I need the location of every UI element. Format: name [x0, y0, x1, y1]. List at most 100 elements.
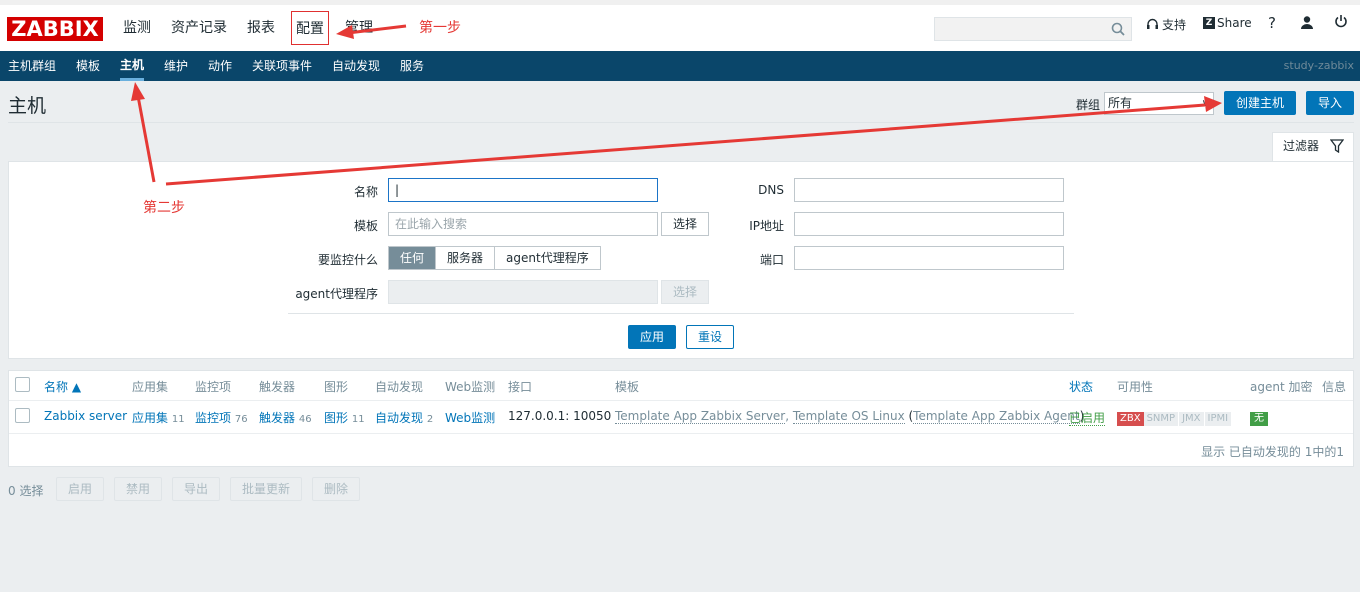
menu-administration[interactable]: 管理	[335, 11, 383, 45]
discovery-link[interactable]: 自动发现	[375, 411, 423, 425]
user-icon	[1301, 16, 1313, 29]
col-items: 监控项	[195, 380, 232, 394]
headset-icon	[1147, 18, 1158, 29]
submenu-maintenance[interactable]: 维护	[164, 51, 188, 81]
template-link-linux[interactable]: Template OS Linux	[792, 409, 905, 424]
chevron-down-icon: ∨	[1201, 98, 1209, 109]
dns-input[interactable]	[794, 178, 1064, 202]
menu-reports[interactable]: 报表	[237, 11, 285, 45]
col-web: Web监测	[445, 380, 496, 394]
proxy-input[interactable]	[388, 280, 658, 304]
share-link[interactable]: Z Share	[1203, 16, 1252, 30]
delete-button[interactable]: 删除	[312, 477, 360, 501]
port-label: 端口	[759, 253, 784, 267]
submenu-actions[interactable]: 动作	[208, 51, 232, 81]
mass-update-button[interactable]: 批量更新	[230, 477, 302, 501]
items-cell[interactable]: 监控项 76	[195, 409, 248, 426]
annotation-step-2: 第二步	[143, 200, 185, 216]
selected-count: 0 选择	[8, 484, 44, 498]
items-count: 76	[234, 414, 248, 425]
help-button[interactable]: ?	[1268, 14, 1276, 32]
col-interface: 接口	[508, 380, 533, 394]
snmp-badge: SNMP	[1143, 412, 1180, 426]
col-status[interactable]: 状态	[1069, 378, 1093, 395]
filter-icon	[1330, 139, 1344, 153]
submenu-correlation[interactable]: 关联项事件	[252, 51, 312, 81]
discovery-cell[interactable]: 自动发现 2	[375, 409, 433, 426]
server-name: study-zabbix	[1283, 59, 1354, 72]
col-info: 信息	[1322, 380, 1347, 394]
template-input[interactable]: 在此输入搜索	[388, 212, 658, 236]
menu-configuration[interactable]: 配置	[291, 11, 329, 45]
table-row-divider	[9, 433, 1353, 434]
group-select-value: 所有	[1108, 96, 1133, 110]
graphs-count: 11	[351, 414, 365, 425]
apply-button[interactable]: 应用	[628, 325, 676, 349]
menu-monitoring[interactable]: 监测	[113, 11, 161, 45]
apps-link[interactable]: 应用集	[132, 411, 168, 425]
triggers-link[interactable]: 触发器	[259, 411, 295, 425]
submenu-host-groups[interactable]: 主机群组	[8, 51, 56, 81]
status-toggle[interactable]: 已启用	[1069, 409, 1106, 426]
support-label: 支持	[1162, 18, 1187, 32]
main-menu: 监测 资产记录 报表 配置 管理	[113, 11, 383, 45]
graphs-link[interactable]: 图形	[324, 411, 348, 425]
monitored-by-server[interactable]: 服务器	[436, 247, 496, 269]
page-title: 主机	[8, 95, 47, 117]
row-checkbox[interactable]	[15, 408, 30, 423]
template-select-button[interactable]: 选择	[661, 212, 709, 236]
table-header-divider	[9, 400, 1353, 401]
monitored-by-any[interactable]: 任何	[389, 247, 437, 269]
import-button[interactable]: 导入	[1306, 91, 1354, 115]
items-link[interactable]: 监控项	[195, 411, 231, 425]
share-icon: Z	[1203, 17, 1215, 29]
host-name-link[interactable]: Zabbix server	[44, 409, 127, 423]
submenu-services[interactable]: 服务	[400, 51, 424, 81]
triggers-cell[interactable]: 触发器 46	[259, 409, 312, 426]
proxy-label: agent代理程序	[295, 287, 378, 301]
col-apps: 应用集	[132, 380, 169, 394]
user-profile-button[interactable]	[1300, 15, 1314, 29]
col-templates: 模板	[615, 380, 640, 394]
template-label: 模板	[353, 219, 378, 233]
col-discovery: 自动发现	[375, 380, 424, 394]
col-name[interactable]: 名称 ▲	[44, 378, 81, 395]
filter-tab[interactable]: 过滤器	[1272, 132, 1354, 162]
interface-value: 127.0.0.1: 10050	[508, 409, 612, 423]
submenu-discovery[interactable]: 自动发现	[332, 51, 380, 81]
sub-menu: 主机群组 模板 主机 维护 动作 关联项事件 自动发现 服务 study-zab…	[0, 51, 1360, 81]
support-link[interactable]: 支持	[1146, 16, 1186, 33]
create-host-button[interactable]: 创建主机	[1224, 91, 1296, 115]
select-all-checkbox[interactable]	[15, 377, 30, 392]
template-link-agent[interactable]: Template App Zabbix Agent	[913, 409, 1080, 424]
filter-divider	[288, 313, 1074, 314]
ip-input[interactable]	[794, 212, 1064, 236]
name-input[interactable]: |	[388, 178, 658, 202]
col-encryption: agent 加密	[1250, 380, 1313, 394]
template-link-server[interactable]: Template App Zabbix Server	[615, 409, 786, 424]
encryption-badge: 无	[1250, 410, 1268, 426]
group-select[interactable]: 所有 ∨	[1104, 92, 1214, 115]
enable-button[interactable]: 启用	[56, 477, 104, 501]
graphs-cell[interactable]: 图形 11	[324, 409, 365, 426]
reset-button[interactable]: 重设	[686, 325, 734, 349]
port-input[interactable]	[794, 246, 1064, 270]
search-input[interactable]	[934, 17, 1132, 41]
submenu-hosts[interactable]: 主机	[120, 51, 145, 81]
sign-out-button[interactable]	[1334, 14, 1348, 28]
zabbix-logo[interactable]: ZABBIX	[7, 17, 103, 41]
monitored-by-proxy[interactable]: agent代理程序	[495, 247, 600, 269]
header-divider	[8, 122, 1354, 123]
submenu-templates[interactable]: 模板	[76, 51, 100, 81]
search-icon[interactable]	[1111, 22, 1125, 36]
monitored-by-label: 要监控什么	[317, 253, 378, 267]
monitored-by-segmented: 任何 服务器 agent代理程序	[388, 246, 601, 270]
share-label: Share	[1217, 16, 1252, 30]
name-label: 名称	[353, 185, 378, 199]
apps-cell[interactable]: 应用集 11	[132, 409, 185, 426]
menu-inventory[interactable]: 资产记录	[161, 11, 237, 45]
export-button[interactable]: 导出	[172, 477, 220, 501]
web-link[interactable]: Web监测	[445, 409, 495, 426]
disable-button[interactable]: 禁用	[114, 477, 162, 501]
proxy-select-button[interactable]: 选择	[661, 280, 709, 304]
